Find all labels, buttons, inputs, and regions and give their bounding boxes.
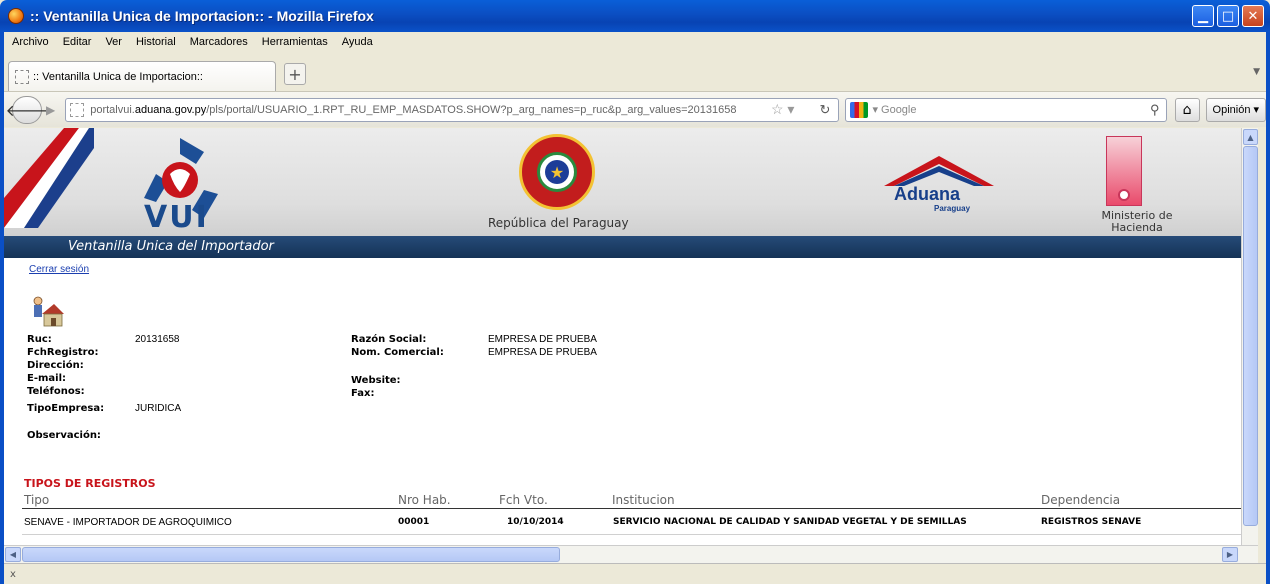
- fchregistro-label: FchRegistro:: [27, 347, 99, 358]
- tipos-registros-title: TIPOS DE REGISTROS: [24, 477, 156, 490]
- menu-editar[interactable]: Editar: [61, 35, 94, 49]
- search-placeholder: ▾ Google: [872, 104, 917, 116]
- cell-fch: 10/10/2014: [507, 517, 564, 527]
- status-close-icon[interactable]: x: [10, 569, 16, 580]
- forward-button[interactable]: ▶: [42, 99, 59, 121]
- logout-link[interactable]: Cerrar sesión: [29, 264, 89, 275]
- tipoempresa-value: JURIDICA: [135, 403, 182, 414]
- aduana-logo-subtext: Paraguay: [934, 204, 971, 213]
- ruc-label: Ruc:: [27, 334, 52, 345]
- menu-historial[interactable]: Historial: [134, 35, 178, 49]
- cell-institucion: SERVICIO NACIONAL DE CALIDAD Y SANIDAD V…: [613, 517, 967, 527]
- page-content: VUI ★ República del Paraguay Aduana Para…: [4, 128, 1241, 545]
- menu-ayuda[interactable]: Ayuda: [340, 35, 375, 49]
- menu-herramientas[interactable]: Herramientas: [260, 35, 330, 49]
- fax-label: Fax:: [351, 388, 375, 399]
- nom-comercial-value: EMPRESA DE PRUEBA: [488, 347, 597, 358]
- republica-label: República del Paraguay: [488, 216, 629, 230]
- razon-social-label: Razón Social:: [351, 334, 427, 345]
- new-tab-button[interactable]: +: [284, 63, 306, 85]
- header-banner: VUI ★ República del Paraguay Aduana Para…: [4, 128, 1241, 236]
- col-header-fch: Fch Vto.: [499, 493, 548, 507]
- opinion-button[interactable]: Opinión ▾: [1205, 97, 1267, 122]
- horizontal-scroll-thumb[interactable]: [22, 547, 560, 562]
- bookmark-star-icon[interactable]: ☆ ▾: [771, 101, 794, 118]
- navigation-bar: 🡐 ▶ portalvui.aduana.gov.py/pls/portal/U…: [4, 91, 1267, 127]
- paraguay-seal-icon: ★: [519, 134, 595, 210]
- menu-archivo[interactable]: Archivo: [10, 35, 51, 49]
- tab-label: :: Ventanilla Unica de Importacion::: [33, 70, 203, 83]
- tab-vui[interactable]: :: Ventanilla Unica de Importacion::: [8, 61, 276, 91]
- tab-strip: :: Ventanilla Unica de Importacion:: + ▼: [4, 53, 1266, 91]
- url-text: portalvui.aduana.gov.py/pls/portal/USUAR…: [90, 103, 737, 116]
- col-header-tipo: Tipo: [24, 493, 50, 507]
- ministerio-label: Ministerio de Hacienda: [1101, 209, 1173, 234]
- scroll-up-icon[interactable]: ▲: [1243, 129, 1258, 145]
- telefonos-label: Teléfonos:: [27, 386, 85, 397]
- email-label: E-mail:: [27, 373, 67, 384]
- maximize-button[interactable]: □: [1217, 5, 1239, 27]
- flag-stripes-graphic: [4, 128, 94, 228]
- firefox-icon: [8, 8, 24, 24]
- url-bar[interactable]: portalvui.aduana.gov.py/pls/portal/USUAR…: [65, 97, 840, 122]
- vertical-scroll-thumb[interactable]: [1243, 146, 1258, 526]
- portal-title: Ventanilla Unica del Importador: [68, 239, 274, 254]
- google-engine-icon[interactable]: [850, 101, 869, 118]
- window-frame-right: [1266, 32, 1270, 584]
- portal-title-bar: Ventanilla Unica del Importador: [4, 236, 1241, 258]
- menu-ver[interactable]: Ver: [103, 35, 124, 49]
- col-header-institucion: Institucion: [612, 493, 675, 507]
- aduana-logo-text: Aduana: [894, 184, 961, 204]
- status-bar: x: [4, 563, 1266, 584]
- close-button[interactable]: ✕: [1242, 5, 1264, 27]
- col-header-nro: Nro Hab.: [398, 493, 451, 507]
- scroll-right-icon[interactable]: ▶: [1222, 547, 1238, 562]
- vui-logo-text: VUI: [144, 200, 209, 235]
- col-header-dependencia: Dependencia: [1041, 493, 1121, 507]
- vertical-scrollbar[interactable]: ▲: [1241, 128, 1258, 545]
- back-button[interactable]: 🡐: [6, 95, 48, 124]
- direccion-label: Dirección:: [27, 360, 84, 371]
- website-label: Website:: [351, 375, 401, 386]
- cell-dependencia: REGISTROS SENAVE: [1041, 517, 1142, 527]
- site-identity-icon[interactable]: [70, 102, 85, 117]
- table-header-divider: [22, 508, 1241, 509]
- ministerio-badge-icon: [1106, 136, 1142, 206]
- page-favicon-icon: [15, 69, 29, 84]
- window-titlebar: :: Ventanilla Unica de Importacion:: - M…: [0, 0, 1270, 32]
- cell-tipo: SENAVE - IMPORTADOR DE AGROQUIMICO: [24, 517, 232, 528]
- window-title: :: Ventanilla Unica de Importacion:: - M…: [30, 8, 374, 24]
- tab-list-icon[interactable]: ▼: [1253, 67, 1260, 77]
- search-icon[interactable]: ⚲: [1150, 102, 1160, 118]
- horizontal-scrollbar[interactable]: ◀ ▶: [4, 545, 1258, 563]
- home-button[interactable]: ⌂: [1174, 97, 1200, 122]
- cell-nro: 00001: [398, 517, 430, 527]
- ruc-value: 20131658: [135, 334, 180, 345]
- razon-social-value: EMPRESA DE PRUEBA: [488, 334, 597, 345]
- tipoempresa-label: TipoEmpresa:: [27, 403, 105, 414]
- table-row-divider: [22, 534, 1241, 535]
- reload-icon[interactable]: ↻: [820, 102, 831, 118]
- minimize-button[interactable]: ▁: [1192, 5, 1214, 27]
- search-box[interactable]: ▾ Google ⚲: [845, 97, 1167, 122]
- menu-marcadores[interactable]: Marcadores: [188, 35, 250, 49]
- company-house-icon: [33, 296, 64, 327]
- nom-comercial-label: Nom. Comercial:: [351, 347, 444, 358]
- observacion-label: Observación:: [27, 430, 101, 441]
- menu-bar: Archivo Editar Ver Historial Marcadores …: [4, 32, 1266, 52]
- scroll-left-icon[interactable]: ◀: [5, 547, 21, 562]
